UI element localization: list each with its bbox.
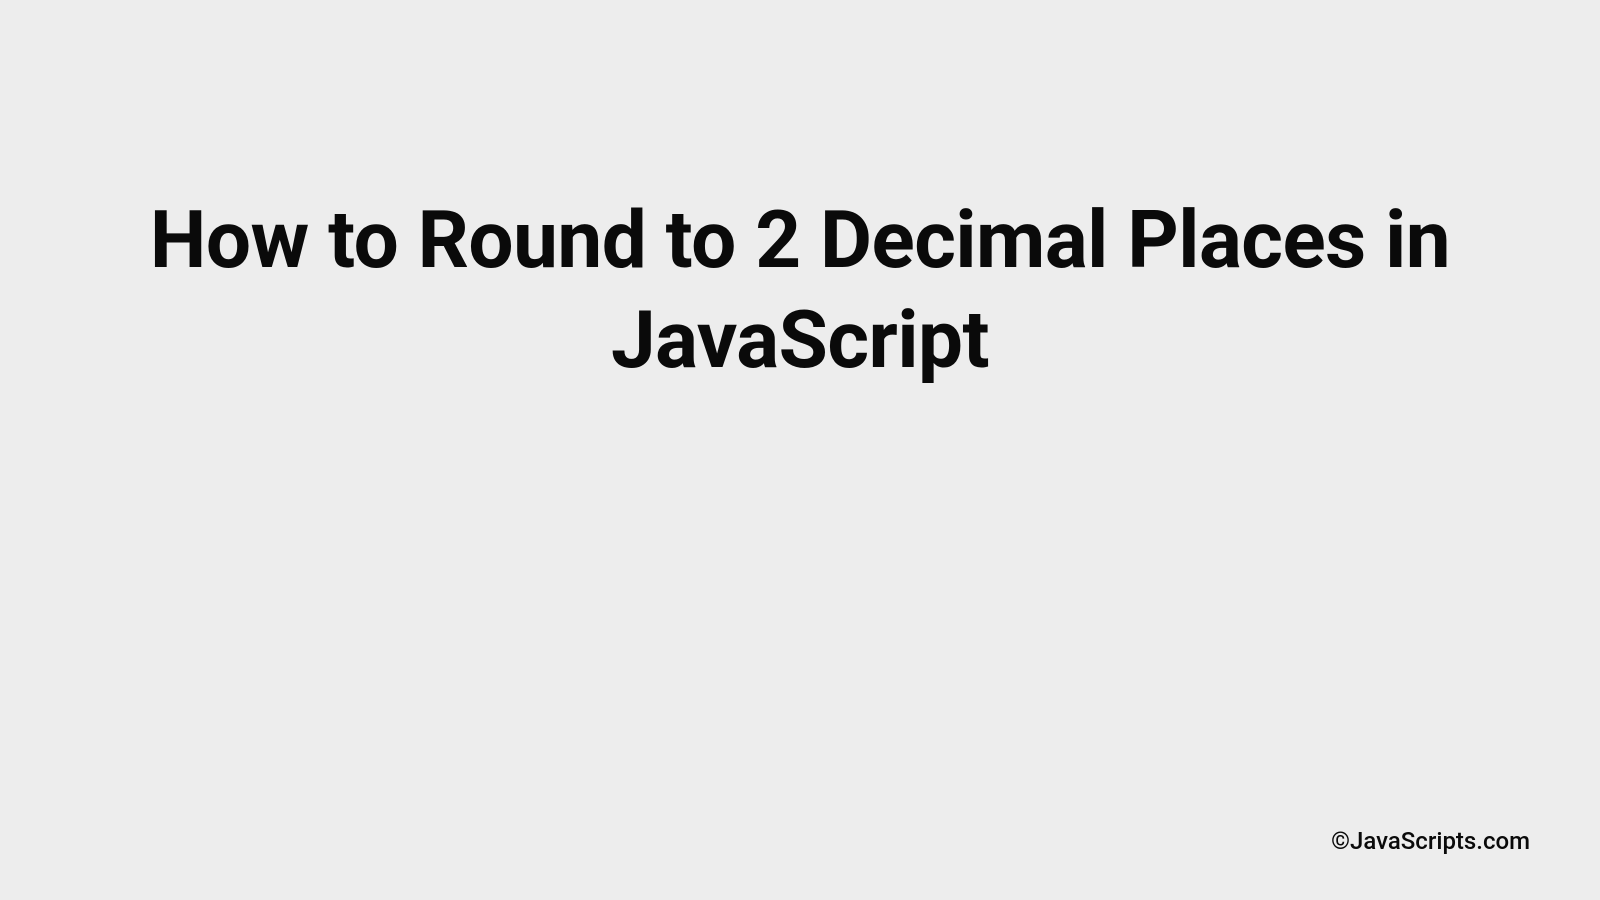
attribution-text: ©JavaScripts.com — [1331, 827, 1530, 855]
page-title: How to Round to 2 Decimal Places in Java… — [80, 190, 1520, 390]
